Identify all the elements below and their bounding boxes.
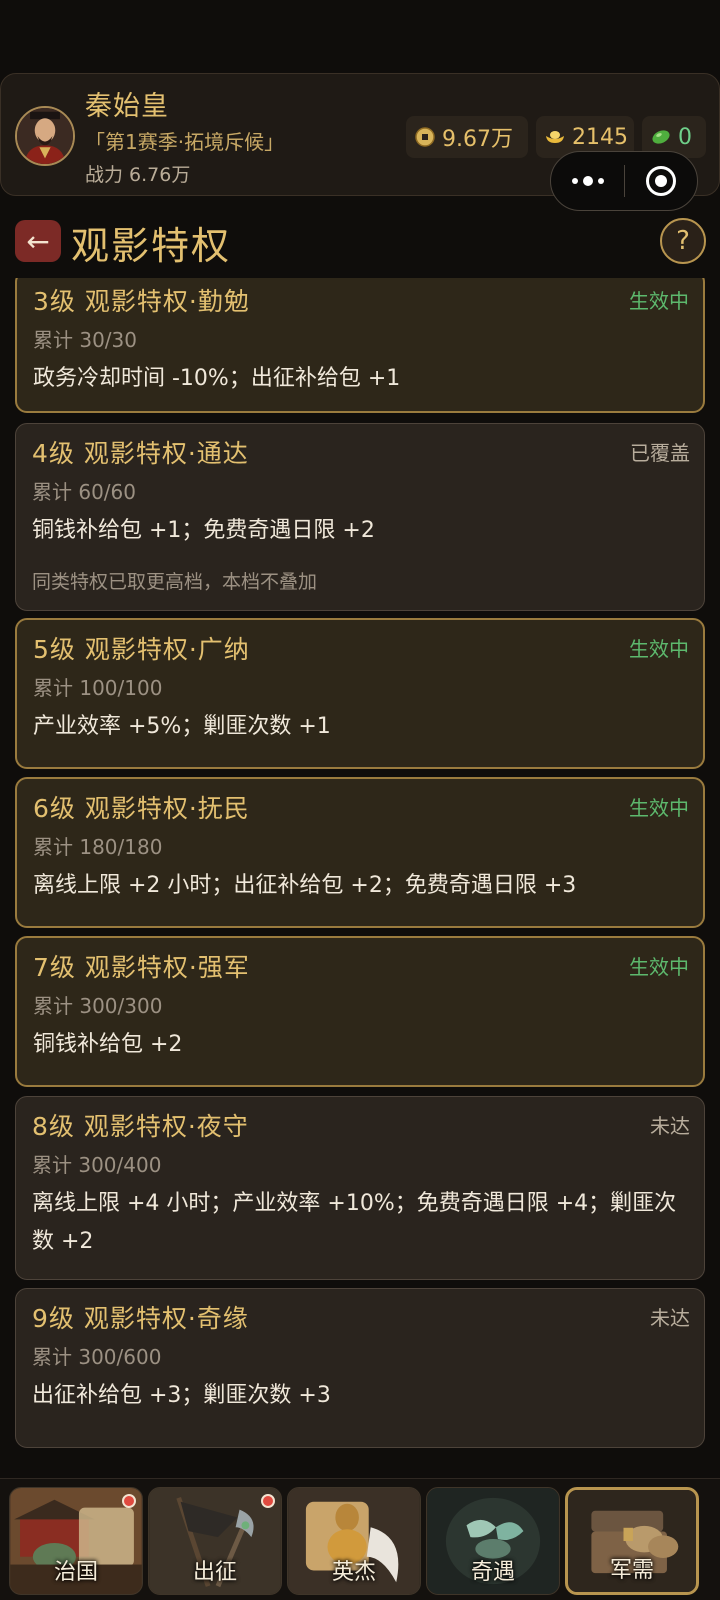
privilege-card: 7级 观影特权·强军 生效中 累计 300/300 铜钱补给包 +2 (15, 936, 705, 1087)
privilege-title: 9级 观影特权·奇缘 (32, 1304, 249, 1333)
privilege-effect: 政务冷却时间 -10%；出征补给包 +1 (33, 366, 401, 391)
jade-value: 0 (678, 124, 692, 150)
nav-tab-adventure[interactable]: 奇遇 (426, 1487, 560, 1595)
copper-coin-icon (415, 127, 435, 147)
more-dots-icon[interactable] (551, 152, 624, 210)
privilege-card: 4级 观影特权·通达 已覆盖 累计 60/60 铜钱补给包 +1；免费奇遇日限 … (15, 423, 705, 611)
privilege-status: 未达 (650, 1306, 690, 1330)
nav-label: 军需 (609, 1558, 654, 1583)
privilege-progress: 累计 30/30 (33, 328, 137, 352)
privilege-status: 已覆盖 (630, 441, 690, 465)
nav-tab-heroes[interactable]: 英杰 (287, 1487, 421, 1595)
nav-tab-governance[interactable]: 治国 (9, 1487, 143, 1595)
privilege-progress: 累计 300/300 (33, 994, 163, 1018)
privilege-status: 生效中 (629, 955, 689, 979)
player-title: 「第1赛季·拓境斥候」 (85, 130, 285, 154)
notification-badge (261, 1494, 275, 1508)
combat-power: 战力 6.76万 (85, 164, 191, 186)
nav-tab-campaign[interactable]: 出征 (148, 1487, 282, 1595)
nav-tab-supplies[interactable]: 军需 (565, 1487, 699, 1595)
notification-badge (122, 1494, 136, 1508)
privilege-card: 9级 观影特权·奇缘 未达 累计 300/600 出征补给包 +3；剿匪次数 +… (15, 1288, 705, 1448)
privilege-title: 7级 观影特权·强军 (33, 953, 250, 982)
gold-value: 2145 (572, 124, 628, 150)
privilege-card: 8级 观影特权·夜守 未达 累计 300/400 离线上限 +4 小时；产业效率… (15, 1096, 705, 1280)
page-title: 观影特权 (71, 224, 232, 268)
back-arrow-icon: ← (26, 224, 50, 258)
privilege-card: 6级 观影特权·抚民 生效中 累计 180/180 离线上限 +2 小时；出征补… (15, 777, 705, 928)
emperor-portrait-icon (17, 108, 73, 164)
nav-label: 治国 (53, 1560, 98, 1585)
privilege-card: 3级 观影特权·勤勉 生效中 累计 30/30 政务冷却时间 -10%；出征补给… (15, 278, 705, 413)
copper-resource[interactable]: 9.67万 (406, 116, 528, 158)
privilege-progress: 累计 300/400 (32, 1153, 162, 1177)
privilege-effect: 出征补给包 +3；剿匪次数 +3 (32, 1383, 331, 1408)
privilege-status: 生效中 (629, 637, 689, 661)
help-button[interactable]: ? (660, 218, 706, 264)
bottom-nav: 治国 出征 英杰 奇遇 军需 (0, 1478, 720, 1600)
privilege-title: 3级 观影特权·勤勉 (33, 287, 250, 316)
privilege-list[interactable]: 3级 观影特权·勤勉 生效中 累计 30/30 政务冷却时间 -10%；出征补给… (0, 278, 720, 1460)
miniprogram-capsule (550, 151, 698, 211)
nav-label: 出征 (192, 1560, 237, 1585)
privilege-effect: 离线上限 +4 小时；产业效率 +10%；免费奇遇日限 +4；剿匪次数 +2 (32, 1191, 677, 1254)
privilege-progress: 累计 180/180 (33, 835, 163, 859)
privilege-effect: 铜钱补给包 +1；免费奇遇日限 +2 (32, 518, 375, 543)
player-name: 秦始皇 (85, 91, 169, 122)
privilege-progress: 累计 60/60 (32, 480, 136, 504)
privilege-effect: 铜钱补给包 +2 (33, 1032, 183, 1057)
privilege-effect: 离线上限 +2 小时；出征补给包 +2；免费奇遇日限 +3 (33, 873, 577, 898)
close-target-icon[interactable] (625, 166, 697, 196)
privilege-card: 5级 观影特权·广纳 生效中 累计 100/100 产业效率 +5%；剿匪次数 … (15, 618, 705, 769)
jade-icon (652, 130, 670, 144)
page: 秦始皇 「第1赛季·拓境斥候」 战力 6.76万 9.67万 2145 0 ← … (0, 0, 720, 1600)
privilege-effect: 产业效率 +5%；剿匪次数 +1 (33, 714, 331, 739)
avatar[interactable] (15, 106, 75, 166)
gold-ingot-icon (546, 131, 564, 143)
privilege-note: 同类特权已取更高档，本档不叠加 (32, 571, 318, 593)
privilege-title: 8级 观影特权·夜守 (32, 1112, 249, 1141)
nav-label: 英杰 (331, 1560, 376, 1585)
privilege-status: 生效中 (629, 796, 689, 820)
privilege-progress: 累计 300/600 (32, 1345, 162, 1369)
privilege-title: 4级 观影特权·通达 (32, 439, 249, 468)
back-button[interactable]: ← (15, 220, 61, 262)
privilege-title: 6级 观影特权·抚民 (33, 794, 250, 823)
copper-value: 9.67万 (442, 127, 513, 152)
privilege-status: 生效中 (629, 289, 689, 313)
nav-label: 奇遇 (470, 1560, 515, 1585)
privilege-status: 未达 (650, 1114, 690, 1138)
privilege-progress: 累计 100/100 (33, 676, 163, 700)
question-mark-icon: ? (676, 226, 690, 256)
privilege-title: 5级 观影特权·广纳 (33, 635, 250, 664)
